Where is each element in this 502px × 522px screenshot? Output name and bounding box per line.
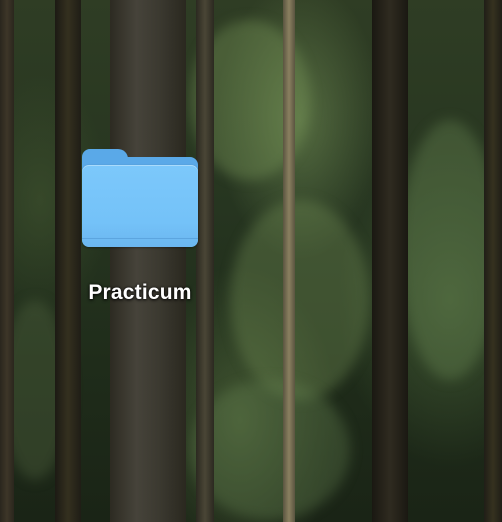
desktop-folder-practicum[interactable]: Practicum: [62, 146, 218, 310]
foliage-patch: [230, 200, 370, 400]
folder-label[interactable]: Practicum: [88, 281, 191, 305]
folder-front-line: [82, 238, 198, 239]
tree-trunk: [0, 0, 14, 522]
folder-front: [82, 165, 198, 247]
foliage-patch: [190, 380, 350, 520]
tree-trunk: [484, 0, 502, 522]
tree-trunk: [283, 0, 295, 522]
folder-icon[interactable]: [81, 148, 199, 248]
tree-trunk: [372, 0, 408, 522]
